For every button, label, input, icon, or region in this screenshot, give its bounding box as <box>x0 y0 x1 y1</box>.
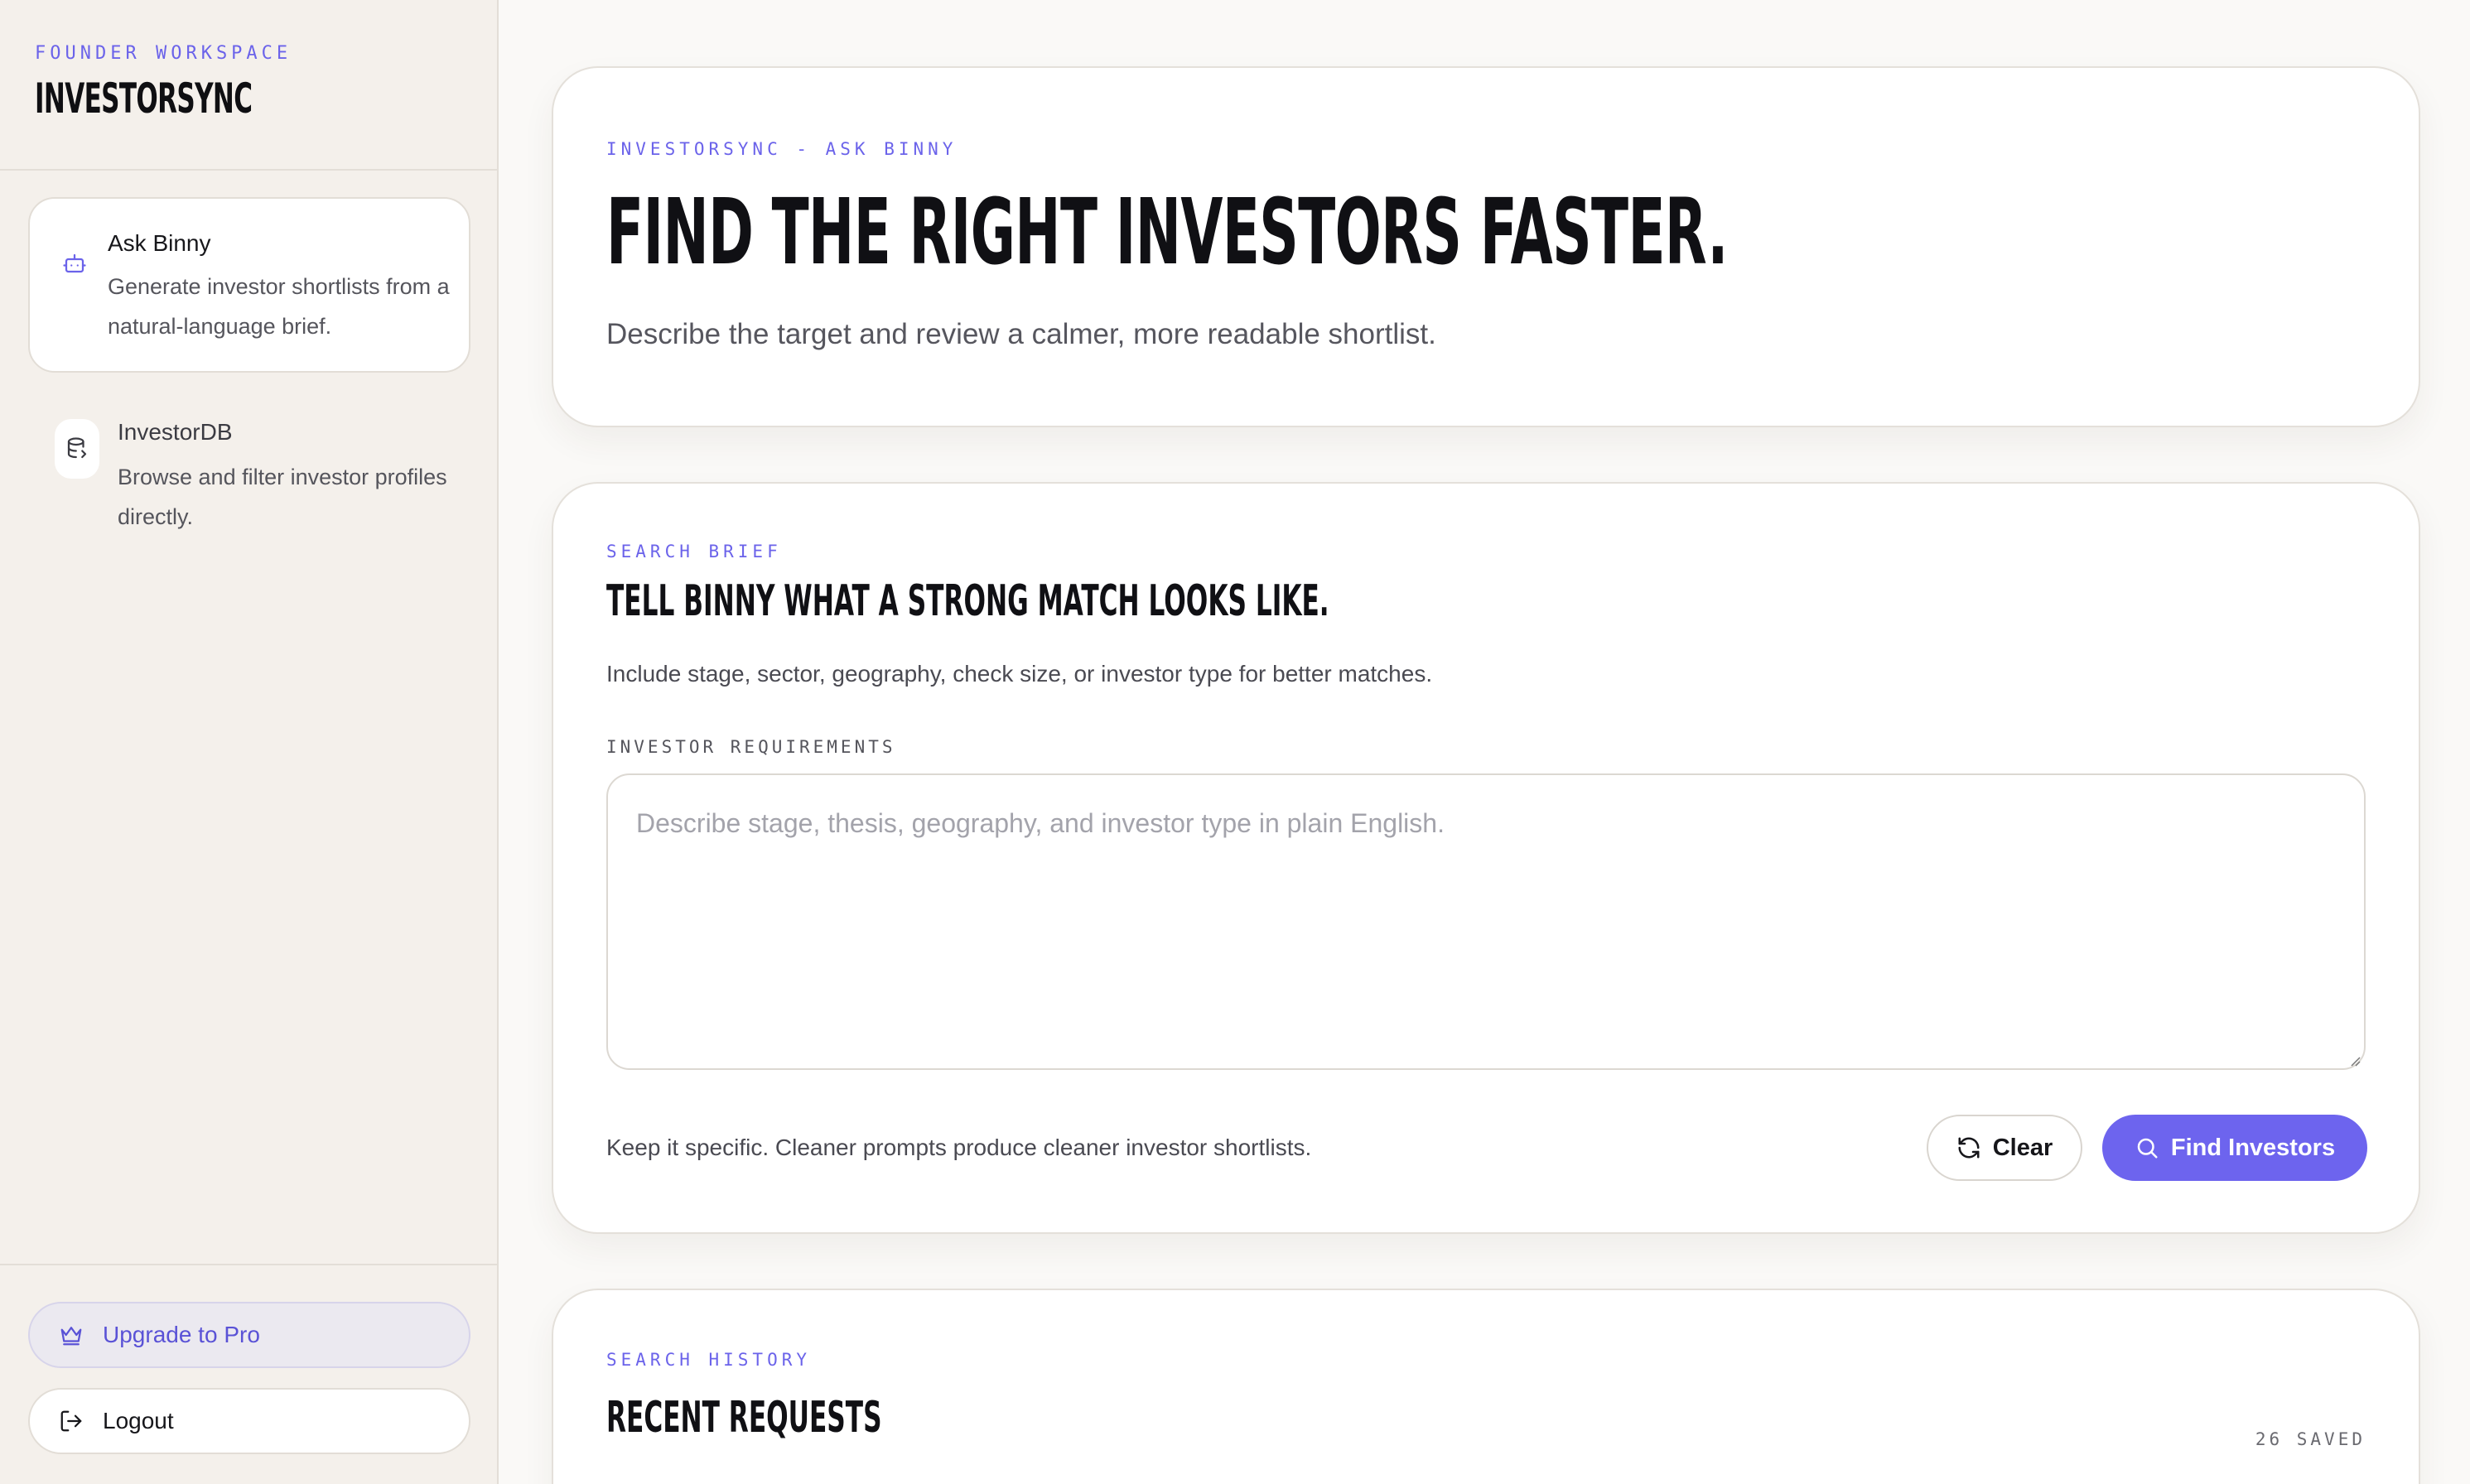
nav-item-description: Browse and filter investor profiles dire… <box>118 465 447 529</box>
search-eyebrow: SEARCH BRIEF <box>606 542 782 561</box>
clear-label: Clear <box>1992 1134 2053 1161</box>
logout-label: Logout <box>103 1408 174 1433</box>
search-description: Include stage, sector, geography, check … <box>606 661 1433 687</box>
nav-item-description: Generate investor shortlists from a natu… <box>108 274 450 339</box>
investor-requirements-label: INVESTOR REQUIREMENTS <box>606 737 896 757</box>
database-icon <box>55 419 99 479</box>
saved-count-badge: 26 SAVED <box>2255 1429 2366 1449</box>
nav-item-investordb[interactable]: InvestorDB Browse and filter investor pr… <box>28 402 470 552</box>
hero-card: INVESTORSYNC - ASK BINNY FIND THE RIGHT … <box>552 66 2420 427</box>
brand-title: INVESTORSYNC <box>35 75 253 123</box>
logout-button[interactable]: Logout <box>28 1388 470 1454</box>
search-history-card: SEARCH HISTORY RECENT REQUESTS 26 SAVED <box>552 1289 2420 1484</box>
hero-subtitle: Describe the target and review a calmer,… <box>606 318 1436 350</box>
logout-icon <box>56 1406 86 1436</box>
history-eyebrow: SEARCH HISTORY <box>606 1350 812 1370</box>
nav-item-title: InvestorDB <box>118 419 233 445</box>
nav-item-ask-binny[interactable]: Ask Binny Generate investor shortlists f… <box>28 197 470 373</box>
search-title: TELL BINNY WHAT A STRONG MATCH LOOKS LIK… <box>606 576 1329 626</box>
crown-icon <box>56 1320 86 1350</box>
upgrade-button[interactable]: Upgrade to Pro <box>28 1302 470 1368</box>
nav-item-title: Ask Binny <box>108 230 211 256</box>
search-brief-card: SEARCH BRIEF TELL BINNY WHAT A STRONG MA… <box>552 482 2420 1234</box>
page-title: FIND THE RIGHT INVESTORS FASTER. <box>606 179 1728 285</box>
investor-requirements-input[interactable] <box>606 773 2366 1070</box>
history-title: RECENT REQUESTS <box>606 1393 882 1443</box>
refresh-icon <box>1956 1135 1981 1160</box>
search-icon <box>2135 1135 2159 1160</box>
search-hint: Keep it specific. Cleaner prompts produc… <box>606 1135 1312 1160</box>
clear-button[interactable]: Clear <box>1927 1115 2082 1181</box>
find-investors-button[interactable]: Find Investors <box>2102 1115 2367 1181</box>
sidebar: FOUNDER WORKSPACE INVESTORSYNC Ask Binny… <box>0 0 499 1484</box>
hero-eyebrow: INVESTORSYNC - ASK BINNY <box>606 139 958 159</box>
upgrade-label: Upgrade to Pro <box>103 1322 260 1347</box>
sidebar-footer: Upgrade to Pro Logout <box>0 1264 497 1484</box>
resize-grip-icon[interactable] <box>2347 1053 2361 1067</box>
brand-block: FOUNDER WORKSPACE INVESTORSYNC <box>0 0 497 171</box>
bot-icon <box>56 245 93 282</box>
workspace-label: FOUNDER WORKSPACE <box>35 43 292 64</box>
find-investors-label: Find Investors <box>2170 1134 2336 1161</box>
